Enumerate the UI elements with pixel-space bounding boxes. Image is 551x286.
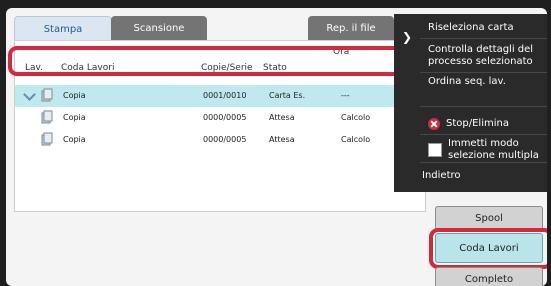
- row-status: Attesa: [269, 113, 295, 122]
- menu-ordina-seq[interactable]: Ordina seq. lav.: [428, 76, 506, 88]
- copy-icon: [41, 132, 53, 146]
- chevron-down-icon: [23, 88, 36, 101]
- menu-divider: [420, 72, 547, 73]
- completo-button[interactable]: Completo: [435, 267, 543, 286]
- table-row[interactable]: Copia 0000/0005 Attesa Calcolo: [15, 129, 425, 151]
- menu-divider: [420, 162, 547, 163]
- row-time: Calcolo: [341, 113, 371, 122]
- copy-icon: [41, 88, 53, 102]
- checkbox-icon[interactable]: [428, 143, 442, 157]
- menu-divider: [420, 106, 547, 107]
- menu-selezione-multipla[interactable]: Immetti modo selezione multipla: [448, 138, 547, 162]
- row-count: 0000/0005: [203, 135, 247, 144]
- row-name: Copia: [63, 91, 86, 100]
- chevron-right-icon[interactable]: ❯: [402, 30, 412, 44]
- spool-button[interactable]: Spool: [435, 206, 543, 230]
- job-status-panel: Stampa Scansione Rep. il file Lav. Coda …: [6, 8, 547, 286]
- row-status: Attesa: [269, 135, 295, 144]
- menu-divider: [420, 134, 547, 135]
- row-time: Calcolo: [341, 135, 371, 144]
- selected-row-highlight: [8, 46, 420, 76]
- table-row[interactable]: Copia 0000/0005 Attesa Calcolo: [15, 107, 425, 129]
- row-name: Copia: [63, 135, 86, 144]
- row-time: ---: [341, 91, 350, 100]
- tab-rep-il-file[interactable]: Rep. il file: [308, 16, 394, 40]
- menu-stop-elimina[interactable]: Stop/Elimina: [446, 118, 509, 130]
- context-menu: ❯ Riseleziona carta Controlla dettagli d…: [394, 14, 547, 192]
- stop-icon: [428, 118, 440, 130]
- menu-divider: [420, 38, 547, 39]
- row-name: Copia: [63, 113, 86, 122]
- coda-lavori-highlight: [429, 228, 547, 269]
- menu-riseleziona-carta[interactable]: Riseleziona carta: [428, 22, 514, 34]
- table-row[interactable]: Copia 0001/0010 Carta Es. ---: [15, 85, 425, 107]
- tab-stampa[interactable]: Stampa: [14, 16, 112, 41]
- row-count: 0001/0010: [203, 91, 247, 100]
- tab-scansione[interactable]: Scansione: [111, 16, 207, 40]
- window-frame: Stampa Scansione Rep. il file Lav. Coda …: [0, 0, 551, 286]
- menu-controlla-dettagli[interactable]: Controlla dettagli del processo selezion…: [428, 44, 547, 68]
- copy-icon: [41, 110, 53, 124]
- row-status: Carta Es.: [269, 91, 306, 100]
- menu-indietro[interactable]: Indietro: [422, 170, 461, 182]
- row-count: 0000/0005: [203, 113, 247, 122]
